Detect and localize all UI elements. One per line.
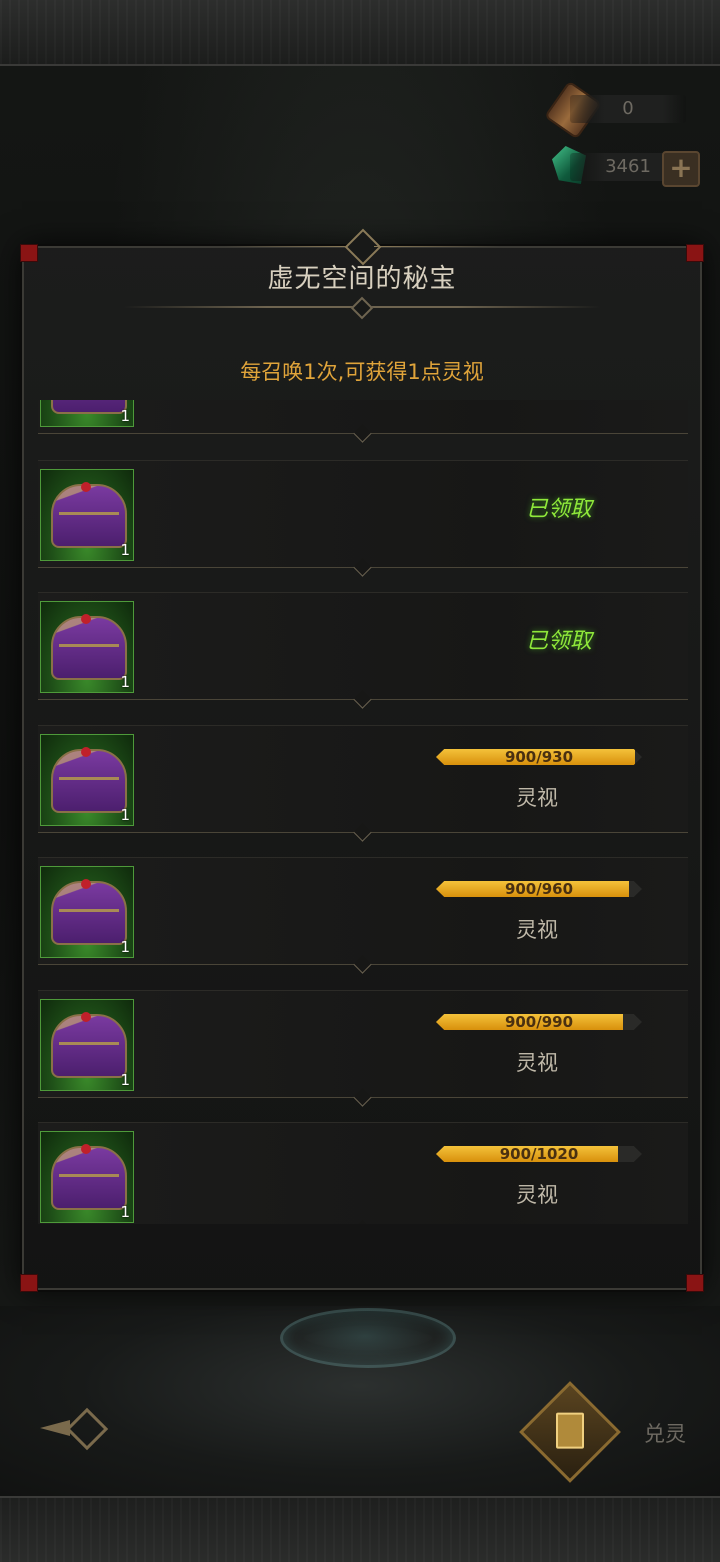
- treasure-chest-icon: [51, 482, 127, 548]
- item-count: 1: [120, 673, 130, 691]
- item-count: 1: [120, 938, 130, 956]
- claimed-label: 已领取: [526, 497, 593, 522]
- progress-bar: 900/990: [436, 1014, 642, 1030]
- treasure-chest-icon: [51, 1012, 127, 1078]
- bottom-border: [0, 1496, 720, 1562]
- reward-row: 1 900/1020 灵视: [38, 1122, 688, 1224]
- treasure-chest-icon: [51, 747, 127, 813]
- scroll-currency-value: 0: [622, 98, 634, 119]
- exchange-label[interactable]: 兑灵: [644, 1418, 686, 1448]
- reward-item[interactable]: 1: [40, 400, 134, 427]
- progress-bar: 900/1020: [436, 1146, 642, 1162]
- reward-list[interactable]: 1 1 已领取 1 已领取 1 900/930 灵视 1 900/960 灵视 …: [38, 400, 688, 1224]
- reward-item[interactable]: 1: [40, 734, 134, 826]
- scroll-currency: 0: [570, 95, 686, 123]
- item-count: 1: [120, 541, 130, 559]
- progress-text: 900/960: [504, 880, 574, 898]
- reward-item[interactable]: 1: [40, 601, 134, 693]
- modal-title: 虚无空间的秘宝: [267, 264, 457, 294]
- corner-ornament: [686, 1274, 704, 1292]
- progress-unit: 灵视: [516, 1183, 558, 1207]
- treasure-chest-icon: [51, 879, 127, 945]
- claimed-label: 已领取: [526, 629, 593, 654]
- progress-text: 900/990: [504, 1013, 574, 1031]
- modal-subtitle: 每召唤1次,可获得1点灵视: [240, 360, 484, 384]
- reward-row: 1 已领取: [38, 460, 688, 568]
- add-gem-button[interactable]: +: [662, 151, 700, 187]
- item-count: 1: [120, 1203, 130, 1221]
- progress-bar: 900/960: [436, 881, 642, 897]
- card-icon: [556, 1412, 584, 1449]
- reward-item[interactable]: 1: [40, 1131, 134, 1223]
- corner-ornament: [20, 1274, 38, 1292]
- treasure-chest-icon: [51, 614, 127, 680]
- reward-item[interactable]: 1: [40, 999, 134, 1091]
- reward-modal: 虚无空间的秘宝 每召唤1次,可获得1点灵视 1 1 已领取 1 已领取 1 90…: [20, 228, 704, 1292]
- title-divider-diamond: [350, 296, 374, 320]
- progress-text: 900/930: [504, 748, 574, 766]
- top-border: [0, 0, 720, 66]
- reward-row: 1 900/990 灵视: [38, 990, 688, 1098]
- back-button[interactable]: [40, 1407, 109, 1451]
- reward-row: 1 900/930 灵视: [38, 725, 688, 833]
- reward-item[interactable]: 1: [40, 469, 134, 561]
- item-count: 1: [120, 806, 130, 824]
- progress-bar: 900/930: [436, 749, 642, 765]
- item-count: 1: [120, 1071, 130, 1089]
- reward-row: 1 已领取: [38, 592, 688, 700]
- reward-item[interactable]: 1: [40, 866, 134, 958]
- progress-unit: 灵视: [516, 1051, 558, 1075]
- progress-text: 900/1020: [499, 1145, 579, 1163]
- diamond-icon: [65, 1407, 109, 1451]
- item-count: 1: [120, 407, 130, 425]
- progress-unit: 灵视: [516, 786, 558, 810]
- treasure-chest-icon: [51, 400, 127, 414]
- treasure-chest-icon: [51, 1144, 127, 1210]
- reward-row: 1: [38, 400, 688, 434]
- progress-unit: 灵视: [516, 918, 558, 942]
- reward-row: 1 900/960 灵视: [38, 857, 688, 965]
- altar-ring: [280, 1308, 456, 1368]
